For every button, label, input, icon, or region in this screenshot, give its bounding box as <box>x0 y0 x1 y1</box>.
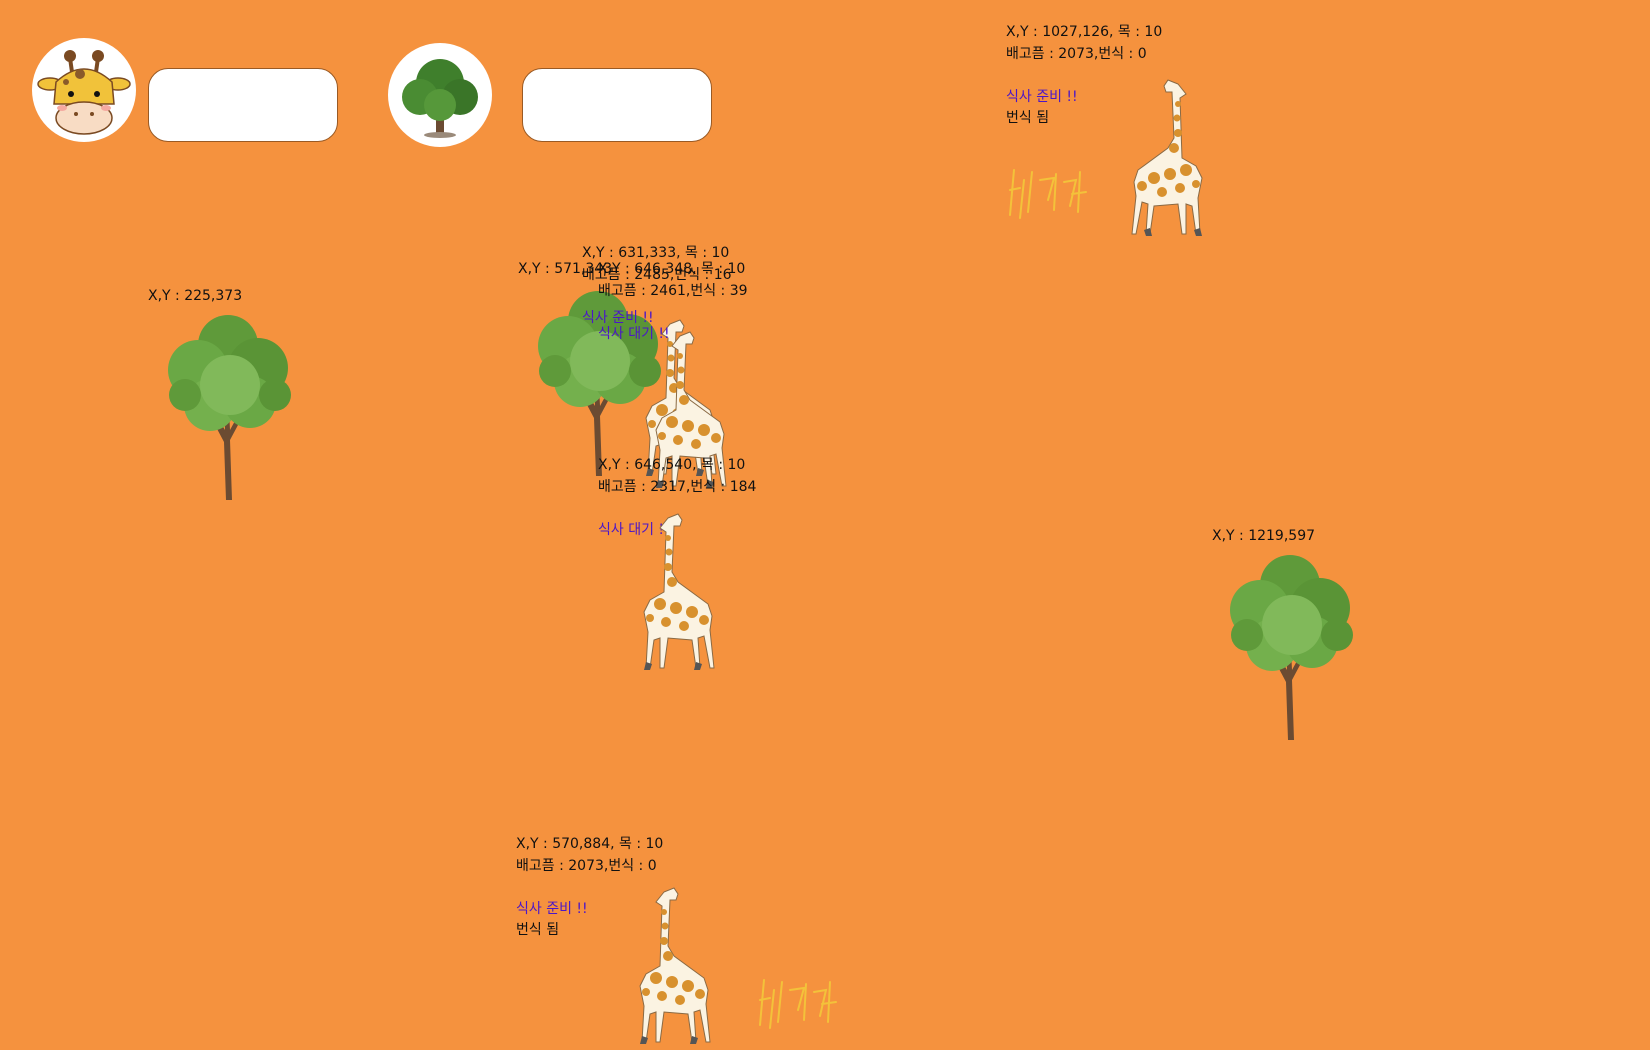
tree <box>1230 555 1353 740</box>
giraffe-status: X,Y : 646,348, 목 : 10 배고픔 : 2461,번식 : 39… <box>598 259 748 345</box>
giraffe-coords: X,Y : 646,540, 목 : 10 <box>598 457 746 473</box>
giraffe-coords: X,Y : 570,884, 목 : 10 <box>516 836 664 852</box>
tree-avatar[interactable] <box>388 43 492 147</box>
giraffe-hunger: 배고픔 : 2317,번식 : 184 <box>598 478 757 495</box>
tree-icon <box>402 59 478 138</box>
giraffe-hunger: 배고픔 : 2073,번식 : 0 <box>1006 45 1147 62</box>
giraffe[interactable] <box>616 886 716 1046</box>
giraffe-face-icon <box>37 50 131 135</box>
giraffe-coords: X,Y : 646,348, 목 : 10 <box>598 261 746 277</box>
tree <box>168 315 291 500</box>
giraffe-meal-status: 식사 대기 !! <box>598 325 670 342</box>
giraffe[interactable] <box>620 512 720 672</box>
baby-label-scribble: 새끼 <box>759 979 837 1029</box>
giraffe-avatar[interactable] <box>32 38 136 142</box>
giraffe-coords: X,Y : 1027,126, 목 : 10 <box>1006 24 1163 40</box>
tree-count-input[interactable] <box>522 68 712 142</box>
baby-label-scribble: 새끼 <box>1009 169 1087 219</box>
giraffe-count-input[interactable] <box>148 68 338 142</box>
giraffe[interactable] <box>1126 78 1226 238</box>
giraffe-hunger: 배고픔 : 2073,번식 : 0 <box>516 857 657 874</box>
giraffe-hunger: 배고픔 : 2461,번식 : 39 <box>598 282 748 299</box>
